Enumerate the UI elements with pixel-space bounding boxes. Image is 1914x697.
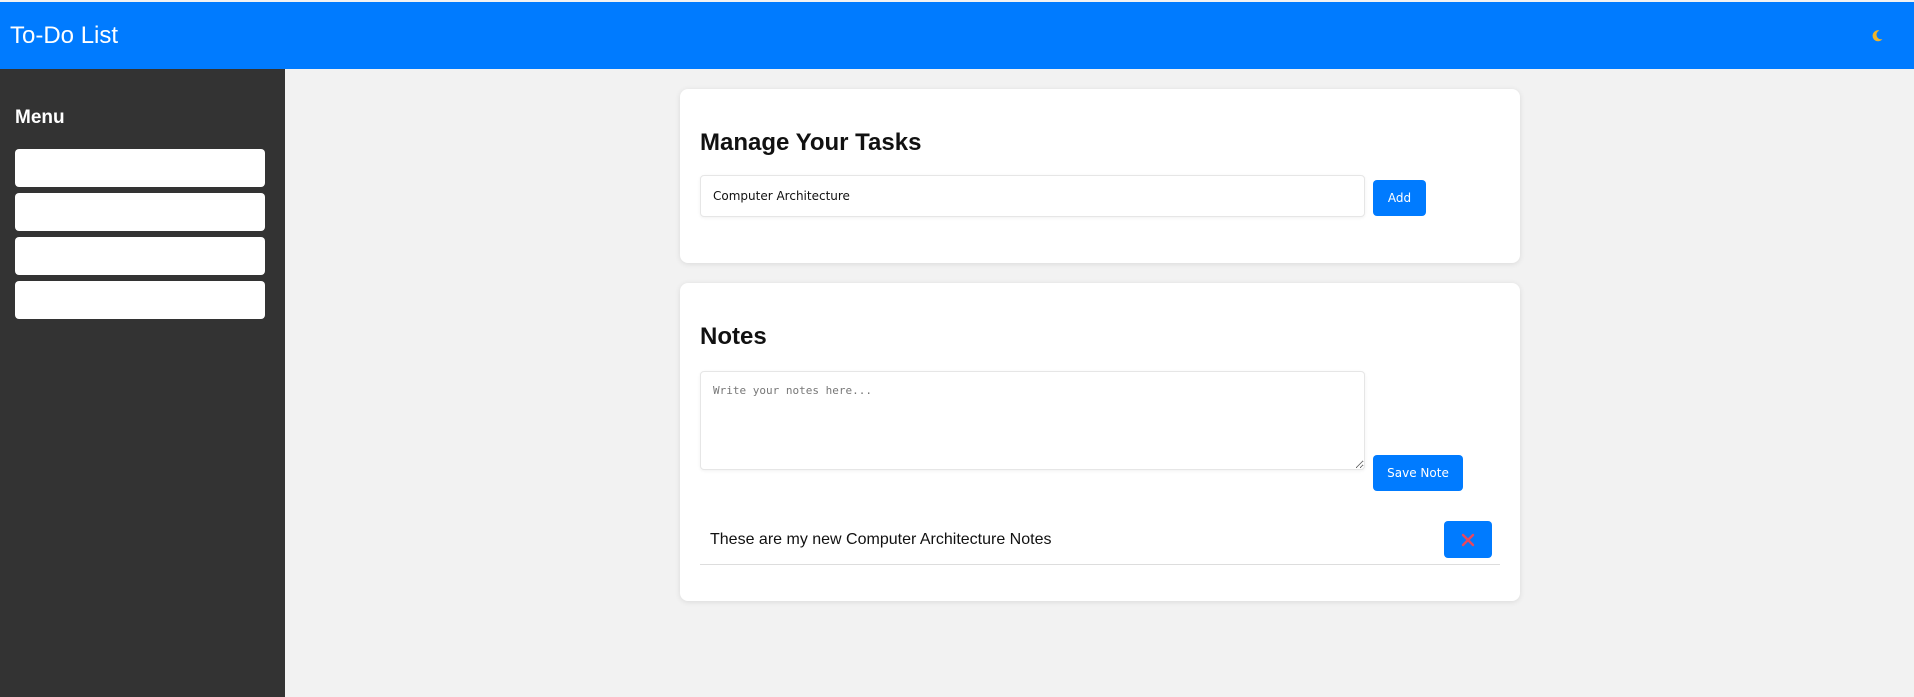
notes-textarea[interactable] [700,371,1365,470]
add-task-button[interactable]: Add [1373,180,1426,216]
task-input[interactable] [700,175,1365,217]
delete-note-button[interactable] [1444,521,1492,558]
close-icon [1461,533,1475,546]
app-title: To-Do List [10,21,119,49]
tasks-heading: Manage Your Tasks [700,129,922,156]
app-header: To-Do List [0,2,1914,69]
notes-card: Notes Save Note These are my new Compute… [680,283,1520,601]
note-item: These are my new Computer Architecture N… [700,515,1500,565]
tasks-card: Manage Your Tasks Add [680,89,1520,263]
sidebar-heading: Menu [15,107,65,128]
moon-icon [1872,29,1883,41]
sidebar: Menu [0,69,285,697]
sidebar-item-3[interactable] [15,237,265,275]
sidebar-item-4[interactable] [15,281,265,319]
save-note-button[interactable]: Save Note [1373,455,1463,491]
notes-heading: Notes [700,323,767,350]
sidebar-item-2[interactable] [15,193,265,231]
sidebar-item-1[interactable] [15,149,265,187]
theme-toggle-button[interactable] [1864,23,1890,49]
note-text: These are my new Computer Architecture N… [710,530,1052,548]
